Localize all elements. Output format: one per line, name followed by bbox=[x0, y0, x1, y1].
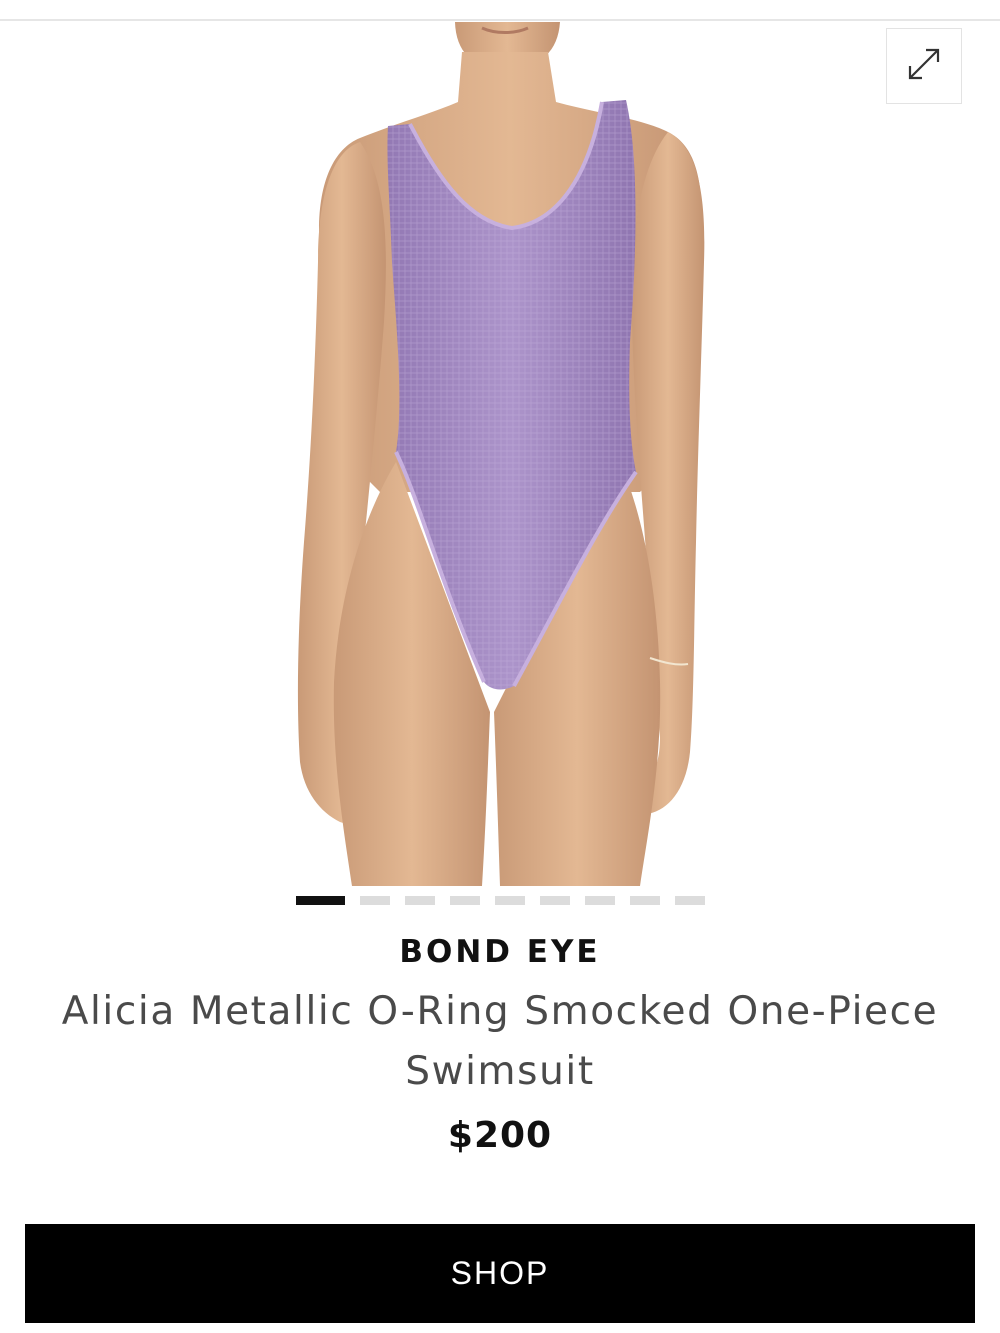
shop-button-label: SHOP bbox=[450, 1255, 550, 1291]
product-image[interactable] bbox=[0, 22, 1000, 886]
expand-arrows-icon bbox=[906, 46, 942, 86]
gallery-pagination bbox=[296, 896, 705, 906]
brand-name[interactable]: BOND EYE bbox=[0, 934, 1000, 970]
top-divider bbox=[0, 19, 1000, 21]
product-price: $200 bbox=[447, 1115, 553, 1156]
gallery-dot-6[interactable] bbox=[540, 896, 570, 905]
gallery-dot-2[interactable] bbox=[360, 896, 390, 905]
gallery-dot-8[interactable] bbox=[630, 896, 660, 905]
gallery-dot-1[interactable] bbox=[296, 896, 345, 905]
gallery-dot-5[interactable] bbox=[495, 896, 525, 905]
model-photo bbox=[297, 22, 705, 886]
gallery-dot-3[interactable] bbox=[405, 896, 435, 905]
gallery-dot-7[interactable] bbox=[585, 896, 615, 905]
product-title: Alicia Metallic O-Ring Smocked One-Piece… bbox=[61, 989, 939, 1094]
gallery-dot-4[interactable] bbox=[450, 896, 480, 905]
gallery-dot-9[interactable] bbox=[675, 896, 705, 905]
shop-button[interactable]: SHOP bbox=[25, 1224, 975, 1323]
expand-image-button[interactable] bbox=[886, 28, 962, 104]
